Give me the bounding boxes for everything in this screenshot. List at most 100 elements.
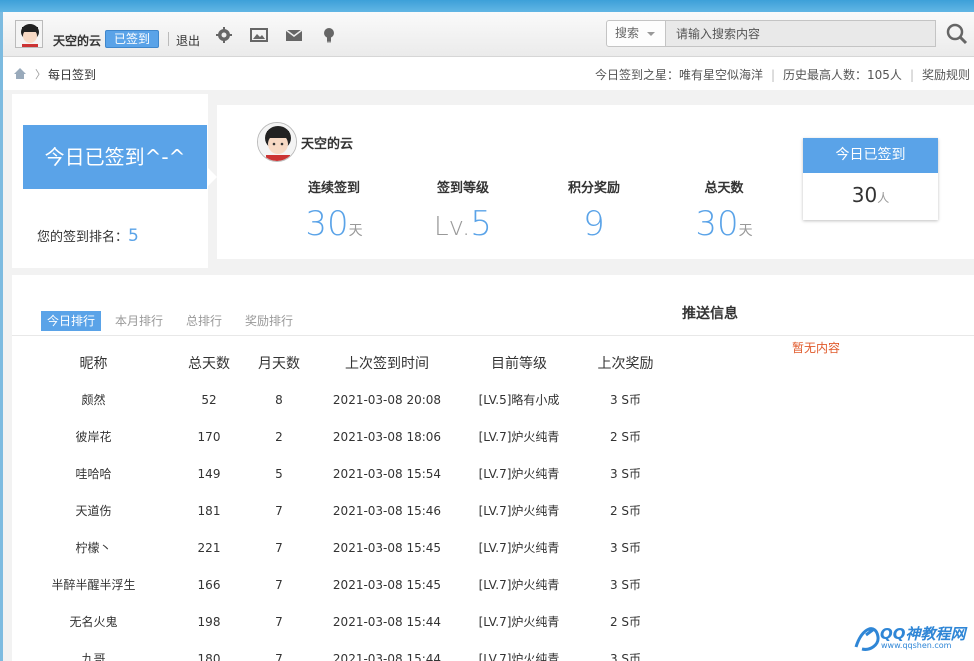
table-cell: 2021-03-08 15:45 bbox=[332, 540, 442, 555]
mail-icon[interactable] bbox=[285, 26, 303, 44]
divider bbox=[168, 32, 169, 46]
home-icon[interactable] bbox=[13, 67, 27, 80]
table-cell[interactable]: 哇哈哈 bbox=[12, 455, 175, 492]
table-cell: 2021-03-08 20:08 bbox=[332, 392, 442, 407]
table-cell[interactable]: 天道伤 bbox=[12, 492, 175, 529]
table-cell: 221 bbox=[197, 540, 221, 555]
table-cell: [LV.7]炉火纯青 bbox=[478, 652, 560, 661]
sign-card: 今日已签到^-^ 您的签到排名：5 bbox=[12, 94, 217, 268]
breadcrumb: 〉 每日签到 今日签到之星：唯有星空似海洋 | 历史最高人数：105人 | 奖励规则 bbox=[3, 57, 974, 90]
table-cell: 2021-03-08 15:44 bbox=[332, 651, 442, 661]
table-row: 颇然 52 8 2021-03-08 20:08 [LV.5]略有小成 3 S币 bbox=[12, 381, 672, 418]
stat-unit: 天 bbox=[738, 223, 753, 239]
table-cell: 5 bbox=[275, 466, 283, 481]
table-cell[interactable]: 柠檬丶 bbox=[12, 529, 175, 566]
table-row: 无名火鬼 198 7 2021-03-08 15:44 [LV.7]炉火纯青 2 S币 bbox=[12, 603, 672, 640]
table-cell: 181 bbox=[197, 503, 221, 518]
table-cell: 2021-03-08 15:54 bbox=[332, 466, 442, 481]
search-input[interactable] bbox=[666, 20, 936, 47]
ranking-panel: 今日排行 本月排行 总排行 奖励排行 推送信息 暂无内容 昵称 总天数 月天数 … bbox=[12, 275, 974, 661]
table-cell: 52 bbox=[201, 392, 217, 407]
table-row: 柠檬丶 221 7 2021-03-08 15:45 [LV.7]炉火纯青 3 S币 bbox=[12, 529, 672, 566]
top-bar: 天空的云 已签到 退出 搜索 bbox=[3, 12, 974, 57]
table-cell: [LV.5]略有小成 bbox=[478, 393, 560, 407]
tab-total[interactable]: 总排行 bbox=[186, 311, 222, 331]
table-cell: 170 bbox=[197, 429, 221, 444]
table-cell: [LV.7]炉火纯青 bbox=[478, 578, 560, 592]
table-cell[interactable]: 九哥 bbox=[12, 640, 175, 661]
table-row: 天道伤 181 7 2021-03-08 15:46 [LV.7]炉火纯青 2 S币 bbox=[12, 492, 672, 529]
page-title: 每日签到 bbox=[48, 68, 97, 82]
search-icon[interactable] bbox=[945, 22, 969, 46]
table-cell: [LV.7]炉火纯青 bbox=[478, 504, 560, 518]
table-cell: [LV.7]炉火纯青 bbox=[478, 430, 560, 444]
window-left-border bbox=[0, 12, 3, 661]
stats-card: 天空的云 连续签到 30天 签到等级 Lv.5 积分奖励 9 总天数 30天 今… bbox=[217, 105, 974, 259]
table-cell: 3 S币 bbox=[609, 578, 642, 592]
table-cell: 2021-03-08 18:06 bbox=[332, 429, 442, 444]
column-header: 上次签到时间 bbox=[345, 356, 429, 372]
table-cell: 2 bbox=[275, 429, 283, 444]
table-cell: [LV.7]炉火纯青 bbox=[478, 467, 560, 481]
table-row: 哇哈哈 149 5 2021-03-08 15:54 [LV.7]炉火纯青 3 S币 bbox=[12, 455, 672, 492]
table-cell: 149 bbox=[197, 466, 221, 481]
gear-icon[interactable] bbox=[215, 26, 233, 44]
ranking-table: 昵称 总天数 月天数 上次签到时间 目前等级 上次奖励 颇然 52 8 2021-03… bbox=[12, 345, 672, 661]
username: 天空的云 bbox=[301, 137, 354, 152]
logout-link[interactable]: 退出 bbox=[176, 32, 200, 49]
table-cell: [LV.7]炉火纯青 bbox=[478, 541, 560, 555]
tab-today[interactable]: 今日排行 bbox=[41, 311, 102, 331]
avatar[interactable] bbox=[257, 122, 297, 162]
avatar[interactable] bbox=[15, 20, 43, 48]
column-header: 目前等级 bbox=[491, 356, 547, 372]
stat-unit: 天 bbox=[348, 223, 363, 239]
search-type-label: 搜索 bbox=[615, 26, 640, 40]
chevron-down-icon bbox=[647, 32, 655, 36]
column-header: 月天数 bbox=[258, 356, 300, 372]
table-cell[interactable]: 无名火鬼 bbox=[12, 603, 175, 640]
stat-label: 连续签到 bbox=[307, 181, 360, 196]
chevron-right-icon: 〉 bbox=[35, 68, 46, 81]
stat-streak: 连续签到 30天 bbox=[274, 177, 394, 249]
bulb-icon[interactable] bbox=[320, 26, 338, 44]
rules-link[interactable]: 奖励规则 bbox=[922, 68, 970, 82]
tab-month[interactable]: 本月排行 bbox=[115, 311, 163, 331]
table-cell: 2021-03-08 15:46 bbox=[332, 503, 442, 518]
username[interactable]: 天空的云 bbox=[53, 32, 101, 49]
table-header: 昵称 总天数 月天数 上次签到时间 目前等级 上次奖励 bbox=[12, 345, 672, 381]
table-cell: 7 bbox=[275, 540, 283, 555]
column-header: 总天数 bbox=[188, 356, 230, 372]
table-cell: 7 bbox=[275, 651, 283, 661]
today-count-title: 今日已签到 bbox=[803, 138, 938, 173]
table-cell: 7 bbox=[275, 614, 283, 629]
signed-badge: 已签到 bbox=[105, 30, 160, 48]
stat-value: 30 bbox=[695, 204, 739, 244]
column-header: 昵称 bbox=[79, 356, 108, 372]
table-cell[interactable]: 彼岸花 bbox=[12, 418, 175, 455]
table-row: 九哥 180 7 2021-03-08 15:44 [LV.7]炉火纯青 3 S币 bbox=[12, 640, 672, 661]
tab-reward[interactable]: 奖励排行 bbox=[245, 311, 293, 331]
table-cell[interactable]: 颇然 bbox=[12, 381, 175, 418]
table-cell[interactable]: 半醉半醒半浮生 bbox=[12, 566, 175, 603]
table-cell: 2021-03-08 15:44 bbox=[332, 614, 442, 629]
search-type-select[interactable]: 搜索 bbox=[606, 20, 666, 47]
image-icon[interactable] bbox=[250, 26, 268, 44]
stat-level: 签到等级 Lv.5 bbox=[403, 177, 523, 245]
empty-message: 暂无内容 bbox=[792, 341, 841, 355]
stat-label: 积分奖励 bbox=[567, 181, 620, 196]
stat-label: 签到等级 bbox=[436, 181, 489, 196]
table-cell: 3 S币 bbox=[609, 393, 642, 407]
table-cell: [LV.7]炉火纯青 bbox=[478, 615, 560, 629]
stat-label: 总天数 bbox=[704, 181, 744, 196]
today-count-value: 30 bbox=[851, 183, 878, 207]
table-cell: 3 S币 bbox=[609, 652, 642, 661]
table-cell: 7 bbox=[275, 577, 283, 592]
rank-value: 5 bbox=[128, 226, 139, 246]
push-title: 推送信息 bbox=[682, 306, 738, 322]
star-of-day: 今日签到之星：唯有星空似海洋 bbox=[594, 68, 763, 82]
sign-button[interactable]: 今日已签到^-^ bbox=[23, 125, 207, 189]
table-cell: 166 bbox=[197, 577, 221, 592]
table-cell: 3 S币 bbox=[609, 467, 642, 481]
watermark-url: www.qqshen.com bbox=[881, 641, 952, 650]
stat-reward: 积分奖励 9 bbox=[534, 177, 654, 242]
